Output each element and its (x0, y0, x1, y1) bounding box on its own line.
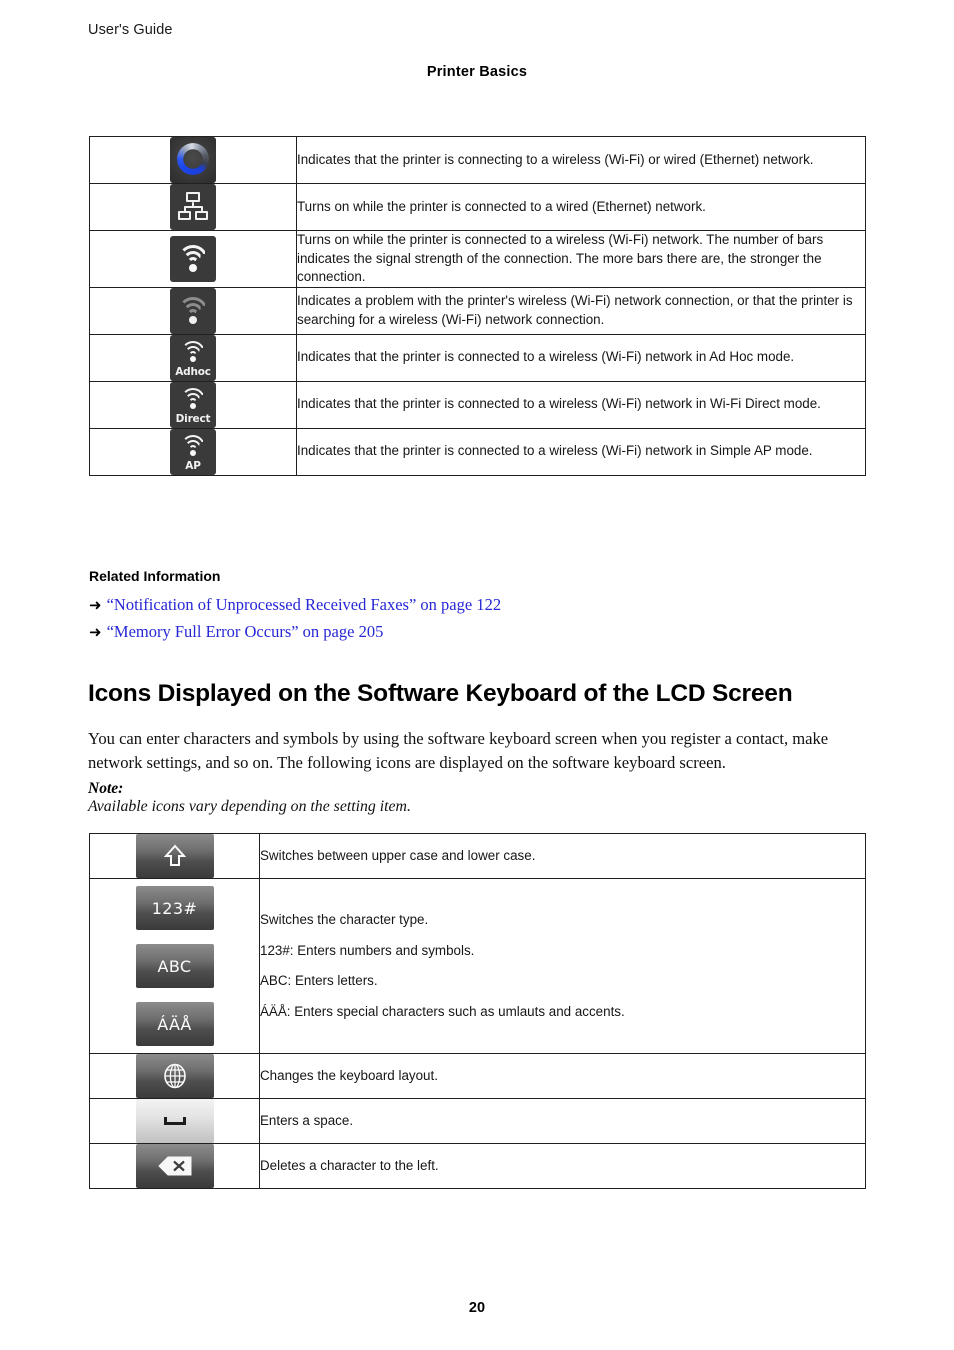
keyboard-icon-cell: 123# ABC ÁÄÅ (89, 878, 260, 1054)
document-header-guide-label: User's Guide (88, 22, 173, 38)
wifi-simple-ap-icon: AP (170, 428, 216, 475)
network-icon-cell (89, 183, 297, 231)
table-row: Enters a space. (89, 1098, 866, 1144)
network-icon-cell: Adhoc (89, 333, 297, 382)
network-icon-description: Indicates a problem with the printer's w… (296, 286, 866, 335)
network-icon-description: Turns on while the printer is connected … (296, 230, 866, 288)
ethernet-icon (170, 184, 216, 230)
keyboard-icon-description: Changes the keyboard layout. (259, 1053, 866, 1099)
network-icon-cell: AP (89, 427, 297, 476)
table-row: Turns on while the printer is connected … (89, 183, 866, 231)
network-icon-cell (89, 230, 297, 288)
arrow-right-icon: ➜ (89, 596, 102, 614)
document-header-section-title: Printer Basics (426, 64, 528, 80)
related-information-link[interactable]: ➜ “Memory Full Error Occurs” on page 205 (89, 622, 383, 642)
keyboard-icon-cell (89, 1098, 260, 1144)
table-row: AP Indicates that the printer is connect… (89, 427, 866, 476)
spinner-ring (177, 143, 209, 175)
wifi-problem-icon (170, 287, 216, 334)
wifi-signal-icon (170, 235, 216, 282)
letters-key-icon: ABC (135, 944, 214, 988)
network-icon-cell (89, 286, 297, 335)
keyboard-icon-cell (89, 1143, 260, 1189)
accents-key-label: ÁÄÅ (157, 1014, 192, 1034)
key-row: ABC (90, 937, 259, 995)
note-label: Note: (88, 780, 124, 797)
related-information-link[interactable]: ➜ “Notification of Unprocessed Received F… (89, 595, 501, 615)
backspace-icon (157, 1156, 191, 1176)
keyboard-icon-description: Enters a space. (259, 1098, 866, 1144)
network-icon-description: Turns on while the printer is connected … (296, 183, 866, 231)
wifi-glyph (170, 236, 216, 282)
space-bar-glyph-icon (163, 1117, 186, 1125)
page-number: 20 (468, 1300, 486, 1316)
network-icon-description: Indicates that the printer is connecting… (296, 136, 866, 184)
key-row: ÁÄÅ (90, 995, 259, 1053)
globe-icon (163, 1063, 186, 1089)
keyboard-icon-cell (89, 1053, 260, 1099)
arrow-right-icon: ➜ (89, 623, 102, 641)
table-row: Indicates a problem with the printer's w… (89, 286, 866, 335)
wifi-simple-ap-icon-label: AP (185, 460, 201, 472)
related-information-heading: Related Information (89, 568, 221, 584)
network-icon-cell (89, 136, 297, 184)
related-information-link-text[interactable]: “Memory Full Error Occurs” on page 205 (107, 622, 384, 641)
network-icon-description: Indicates that the printer is connected … (296, 380, 866, 429)
table-row: Deletes a character to the left. (89, 1143, 866, 1189)
wifi-direct-icon: Direct (170, 381, 216, 428)
letters-key-label: ABC (157, 956, 192, 976)
keyboard-icons-table: Switches between upper case and lower ca… (89, 833, 866, 1189)
shift-key-icon (135, 834, 214, 878)
numbers-symbols-key-label: 123# (151, 898, 198, 918)
document-page: User's Guide Printer Basics Indicates th… (0, 0, 954, 1350)
space-key-icon (135, 1099, 214, 1143)
table-row: Turns on while the printer is connected … (89, 230, 866, 288)
table-row: Switches between upper case and lower ca… (89, 833, 866, 879)
wifi-adhoc-icon-label: Adhoc (175, 366, 211, 378)
numbers-symbols-key-icon: 123# (135, 886, 214, 930)
network-icon-description: Indicates that the printer is connected … (296, 333, 866, 382)
keyboard-layout-globe-key-icon (135, 1054, 214, 1098)
page-title: Icons Displayed on the Software Keyboard… (88, 680, 793, 707)
network-connecting-icon (170, 137, 216, 183)
backspace-key-icon (135, 1144, 214, 1188)
keyboard-icon-description: Deletes a character to the left. (259, 1143, 866, 1189)
accents-key-icon: ÁÄÅ (135, 1002, 214, 1046)
note-text: Available icons vary depending on the se… (88, 798, 411, 815)
shift-arrow-icon (163, 844, 186, 866)
related-information-link-text[interactable]: “Notification of Unprocessed Received Fa… (107, 595, 502, 614)
table-row: Adhoc Indicates that the printer is conn… (89, 333, 866, 382)
ethernet-glyph (170, 184, 216, 230)
keyboard-icon-cell (89, 833, 260, 879)
table-row: Changes the keyboard layout. (89, 1053, 866, 1099)
network-icons-table: Indicates that the printer is connecting… (89, 136, 866, 476)
wifi-glyph-dim (170, 288, 216, 334)
keyboard-icon-description: Switches between upper case and lower ca… (259, 833, 866, 879)
network-icon-cell: Direct (89, 380, 297, 429)
table-row: Indicates that the printer is connecting… (89, 136, 866, 184)
keyboard-icon-description: Switches the character type. 123#: Enter… (259, 878, 866, 1054)
table-row: 123# ABC ÁÄÅ Switches the character type… (89, 878, 866, 1054)
wifi-direct-icon-label: Direct (175, 413, 211, 425)
section-intro-paragraph: You can enter characters and symbols by … (88, 729, 829, 772)
key-row: 123# (90, 879, 259, 937)
network-icon-description: Indicates that the printer is connected … (296, 427, 866, 476)
table-row: Direct Indicates that the printer is con… (89, 380, 866, 429)
wifi-adhoc-icon: Adhoc (170, 334, 216, 381)
